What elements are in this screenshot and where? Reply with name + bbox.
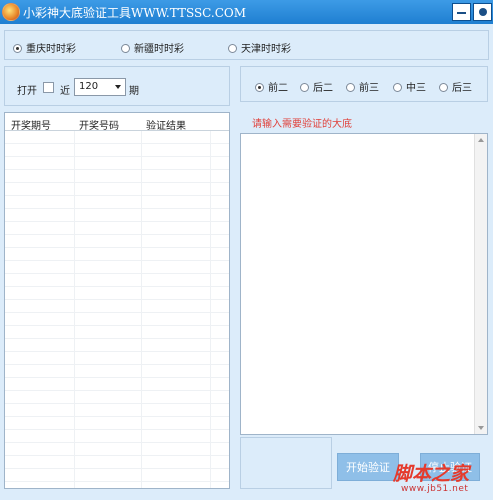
- open-label: 打开: [17, 86, 37, 97]
- watermark: 脚本之家 www.jb51.net: [393, 459, 493, 499]
- title-bar: 小彩神大底验证工具WWW.TTSSC.COM: [0, 0, 493, 24]
- column-header: 验证结果: [146, 121, 186, 132]
- minimize-button[interactable]: [452, 3, 471, 21]
- radio-label: 重庆时时彩: [26, 44, 76, 55]
- start-verify-button[interactable]: 开始验证: [337, 453, 399, 481]
- open-checkbox[interactable]: [43, 82, 54, 93]
- radio-icon: [228, 44, 237, 53]
- numbers-textarea[interactable]: [240, 133, 488, 435]
- radio-label: 新疆时时彩: [134, 44, 184, 55]
- radio-label: 天津时时彩: [241, 44, 291, 55]
- table-grid-lines: [5, 131, 229, 488]
- close-button[interactable]: [473, 3, 492, 21]
- input-hint: 请输入需要验证的大底: [252, 119, 352, 130]
- period-value: 120: [79, 81, 99, 92]
- radio-icon: [255, 83, 264, 92]
- recent-label: 近: [60, 86, 70, 97]
- radio-icon: [300, 83, 309, 92]
- column-header: 开奖期号: [11, 121, 51, 132]
- table-header: 开奖期号 开奖号码 验证结果: [5, 113, 229, 132]
- lottery-type-group: 重庆时时彩 新疆时时彩 天津时时彩: [4, 30, 489, 60]
- watermark-sub: www.jb51.net: [401, 484, 469, 494]
- radio-back-three[interactable]: 后三: [439, 79, 472, 94]
- radio-label: 后三: [452, 83, 472, 94]
- radio-icon: [393, 83, 402, 92]
- radio-chongqing[interactable]: 重庆时时彩: [13, 40, 76, 55]
- radio-middle-three[interactable]: 中三: [393, 79, 426, 94]
- period-label: 期: [129, 86, 139, 97]
- radio-front-three[interactable]: 前三: [346, 79, 379, 94]
- position-group: 前二 后二 前三 中三 后三: [240, 66, 488, 102]
- radio-icon: [121, 44, 130, 53]
- scroll-up-icon[interactable]: [478, 138, 484, 142]
- radio-xinjiang[interactable]: 新疆时时彩: [121, 40, 184, 55]
- radio-back-two[interactable]: 后二: [300, 79, 333, 94]
- radio-label: 中三: [406, 83, 426, 94]
- watermark-main: 脚本之家: [393, 463, 470, 485]
- radio-tianjin[interactable]: 天津时时彩: [228, 40, 291, 55]
- radio-icon: [439, 83, 448, 92]
- radio-icon: [346, 83, 355, 92]
- radio-front-two[interactable]: 前二: [255, 79, 288, 94]
- radio-label: 后二: [313, 83, 333, 94]
- status-box: [240, 437, 332, 489]
- results-table: 开奖期号 开奖号码 验证结果: [4, 112, 230, 489]
- column-header: 开奖号码: [79, 121, 119, 132]
- radio-label: 前三: [359, 83, 379, 94]
- filter-controls: 打开 近 120 期: [4, 66, 230, 106]
- period-select[interactable]: 120: [74, 78, 126, 96]
- window-title: 小彩神大底验证工具WWW.TTSSC.COM: [23, 6, 247, 20]
- chevron-down-icon: [115, 85, 121, 89]
- radio-label: 前二: [268, 83, 288, 94]
- app-logo-icon: [2, 3, 20, 21]
- radio-icon: [13, 44, 22, 53]
- vertical-scrollbar[interactable]: [474, 134, 487, 434]
- scroll-down-icon[interactable]: [478, 426, 484, 430]
